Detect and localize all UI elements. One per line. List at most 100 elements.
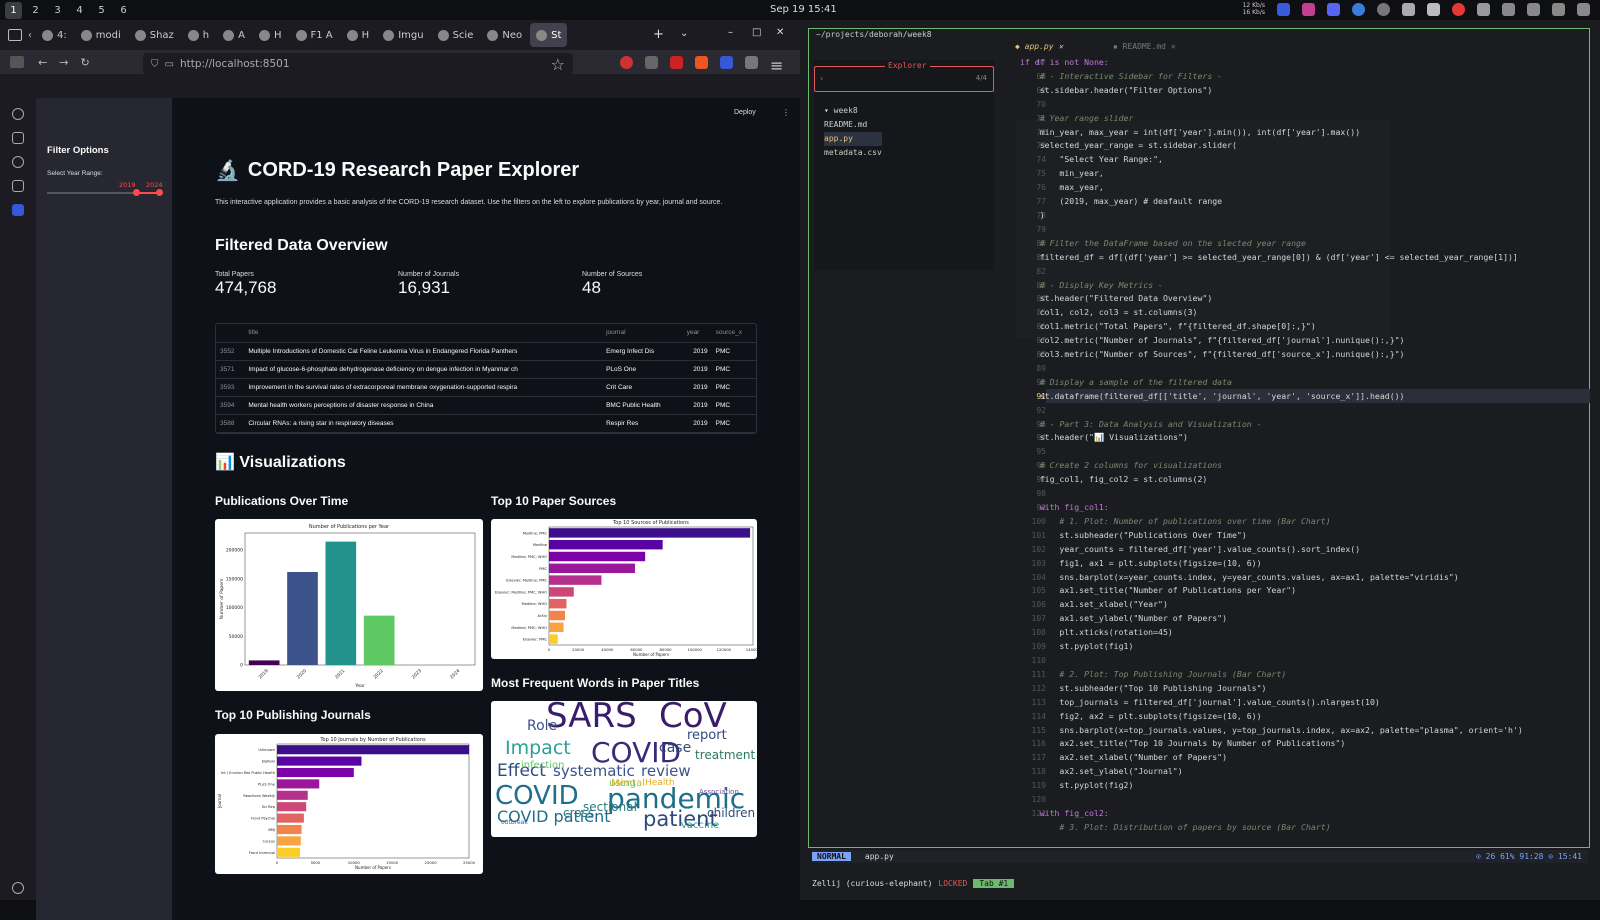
browser-tab[interactable]: H — [341, 23, 376, 47]
browser-tab[interactable]: H — [253, 23, 288, 47]
extension-icon[interactable] — [620, 56, 633, 69]
url-text[interactable]: http://localhost:8501 — [180, 58, 290, 70]
table-header[interactable]: year — [682, 324, 712, 343]
table-row[interactable]: 3593 Improvement in the survival rates of… — [216, 378, 756, 397]
bookmarks-icon[interactable] — [12, 180, 24, 192]
table-row[interactable]: 3594 Mental health workers perceptions of… — [216, 396, 756, 415]
more-menu-icon[interactable]: ⋮ — [782, 108, 790, 117]
browser-tab[interactable]: h — [182, 23, 215, 47]
browser-tab[interactable]: Neo — [481, 23, 528, 47]
browser-tab[interactable]: A — [217, 23, 251, 47]
workspace-4[interactable]: 4 — [71, 2, 88, 19]
deploy-button[interactable]: Deploy — [734, 109, 756, 116]
browser-tab[interactable]: modi — [75, 23, 127, 47]
volume-icon[interactable] — [1552, 2, 1565, 16]
y-tick-label: 100000 — [226, 605, 243, 611]
file-item[interactable]: ▾ week8 — [824, 104, 882, 118]
ublock-icon[interactable] — [670, 56, 683, 69]
browser-tab[interactable]: St — [530, 23, 568, 47]
metric-total-papers: Total Papers 474,768 — [215, 271, 277, 297]
ai-icon[interactable] — [12, 108, 24, 120]
bookmark-star-icon[interactable]: ☆ — [551, 55, 565, 74]
file-item[interactable]: README.md — [824, 118, 882, 132]
close-icon[interactable]: ✕ — [776, 27, 784, 38]
youtube-icon[interactable] — [695, 56, 708, 69]
y-tick-label: Front Psychol — [251, 817, 275, 821]
explorer-input[interactable]: Explorer › 4/4 — [814, 61, 994, 92]
x-tick-label: 20000 — [425, 860, 438, 865]
chart-title: Number of Publications per Year — [309, 524, 390, 530]
bar — [363, 615, 395, 665]
discord-icon[interactable] — [1327, 2, 1340, 16]
new-tab-icon[interactable]: + — [653, 27, 664, 42]
forward-icon[interactable]: → — [59, 56, 68, 69]
bag-icon[interactable] — [1477, 2, 1490, 16]
subheader-journals: Top 10 Publishing Journals — [215, 708, 371, 722]
stop-icon[interactable] — [1452, 2, 1465, 16]
browser-sidebar — [0, 74, 36, 900]
workspace-6[interactable]: 6 — [115, 2, 132, 19]
magnet-icon[interactable] — [1402, 2, 1415, 16]
data-table[interactable]: title journal year source_x 3552 Multiple In… — [215, 323, 757, 434]
table-row[interactable]: 3571 Impact of glucose-6-phosphate dehydr… — [216, 360, 756, 379]
browser-tab[interactable]: Scie — [432, 23, 480, 47]
maximize-icon[interactable]: □ — [752, 27, 761, 38]
table-row[interactable]: 3588 Circular RNAs: a rising star in resp… — [216, 414, 756, 433]
back-tab-icon[interactable]: ‹ — [28, 30, 32, 41]
slack-icon[interactable] — [1302, 2, 1315, 16]
browser-tab[interactable]: 4: — [36, 23, 73, 47]
code-line: ax1.set_ylabel("Number of Papers") — [1020, 613, 1228, 624]
table-header[interactable] — [216, 324, 245, 343]
puzzle-icon[interactable] — [645, 56, 658, 69]
slider-handle-min[interactable] — [133, 189, 140, 196]
browser-tab[interactable]: F1 A — [290, 23, 339, 47]
code-view[interactable]: if df is not None: # - Interactive Sideb… — [1020, 56, 1590, 835]
table-header[interactable]: source_x — [711, 324, 756, 343]
workspace-3[interactable]: 3 — [49, 2, 66, 19]
code-line: fig2, ax2 = plt.subplots(figsize=(10, 6)… — [1020, 710, 1262, 721]
url-bar[interactable]: ⛉ ▭ http://localhost:8501 ☆ — [143, 53, 573, 75]
settings-icon[interactable] — [12, 882, 24, 894]
workspace-1[interactable]: 1 — [5, 1, 22, 19]
minimize-icon[interactable]: – — [728, 27, 733, 38]
table-row[interactable]: 3552 Multiple Introductions of Domestic C… — [216, 342, 756, 361]
back-icon[interactable]: ← — [38, 56, 47, 69]
bitwarden-icon[interactable] — [720, 56, 733, 69]
editor-tab-active[interactable]: ◆ app.py ✕ — [1015, 42, 1063, 51]
table-header[interactable]: title — [244, 324, 603, 343]
file-item[interactable]: app.py — [824, 132, 882, 146]
shield-icon[interactable] — [1277, 2, 1290, 16]
x-tick-label: 0 — [276, 860, 279, 865]
globe-icon[interactable] — [1352, 2, 1365, 16]
editor-tab-readme[interactable]: ▪ README.md ✕ — [1113, 42, 1176, 51]
reload-icon[interactable]: ↻ — [80, 56, 89, 69]
power-icon[interactable] — [1577, 2, 1590, 16]
slider-handle-max[interactable] — [156, 189, 163, 196]
file-item[interactable]: metadata.csv — [824, 146, 882, 160]
steam-icon[interactable] — [1377, 2, 1390, 16]
browser-tab[interactable]: Shaz — [129, 23, 180, 47]
chart-publications-per-year: Number of Publications per Year 2019 2020 2… — [215, 519, 483, 691]
network-icon[interactable] — [1527, 2, 1540, 16]
filter-sidebar: Filter Options Select Year Range: 2019 2… — [36, 98, 172, 920]
y-tick-label: 150000 — [226, 576, 243, 582]
bar-chart-icon: 📊 — [215, 454, 235, 471]
browser-tab[interactable]: Imgu — [377, 23, 429, 47]
status-bar: NORMAL app.py ⊙ 26 61% 91:28 ⊙ 15:41 — [812, 850, 1588, 863]
y-tick-label: 200000 — [226, 548, 243, 554]
display-icon[interactable] — [1502, 2, 1515, 16]
chevron-down-icon[interactable]: ⌄ — [680, 28, 688, 39]
tabs-icon[interactable] — [12, 132, 24, 144]
bitwarden-icon[interactable] — [12, 204, 24, 216]
sidebar-icon[interactable] — [10, 56, 24, 68]
y-tick-label: bioRxiv — [262, 760, 276, 764]
extensions-icon[interactable] — [745, 56, 758, 69]
workspace-2[interactable]: 2 — [27, 2, 44, 19]
dropbox-icon[interactable] — [1427, 2, 1440, 16]
table-header[interactable]: journal — [602, 324, 683, 343]
workspace-5[interactable]: 5 — [93, 2, 110, 19]
history-icon[interactable] — [12, 156, 24, 168]
menu-icon[interactable]: ≡ — [770, 56, 783, 75]
code-line: col1.metric("Total Papers", f"{filtered_… — [1020, 321, 1316, 332]
sidebar-toggle-icon[interactable] — [8, 29, 22, 41]
